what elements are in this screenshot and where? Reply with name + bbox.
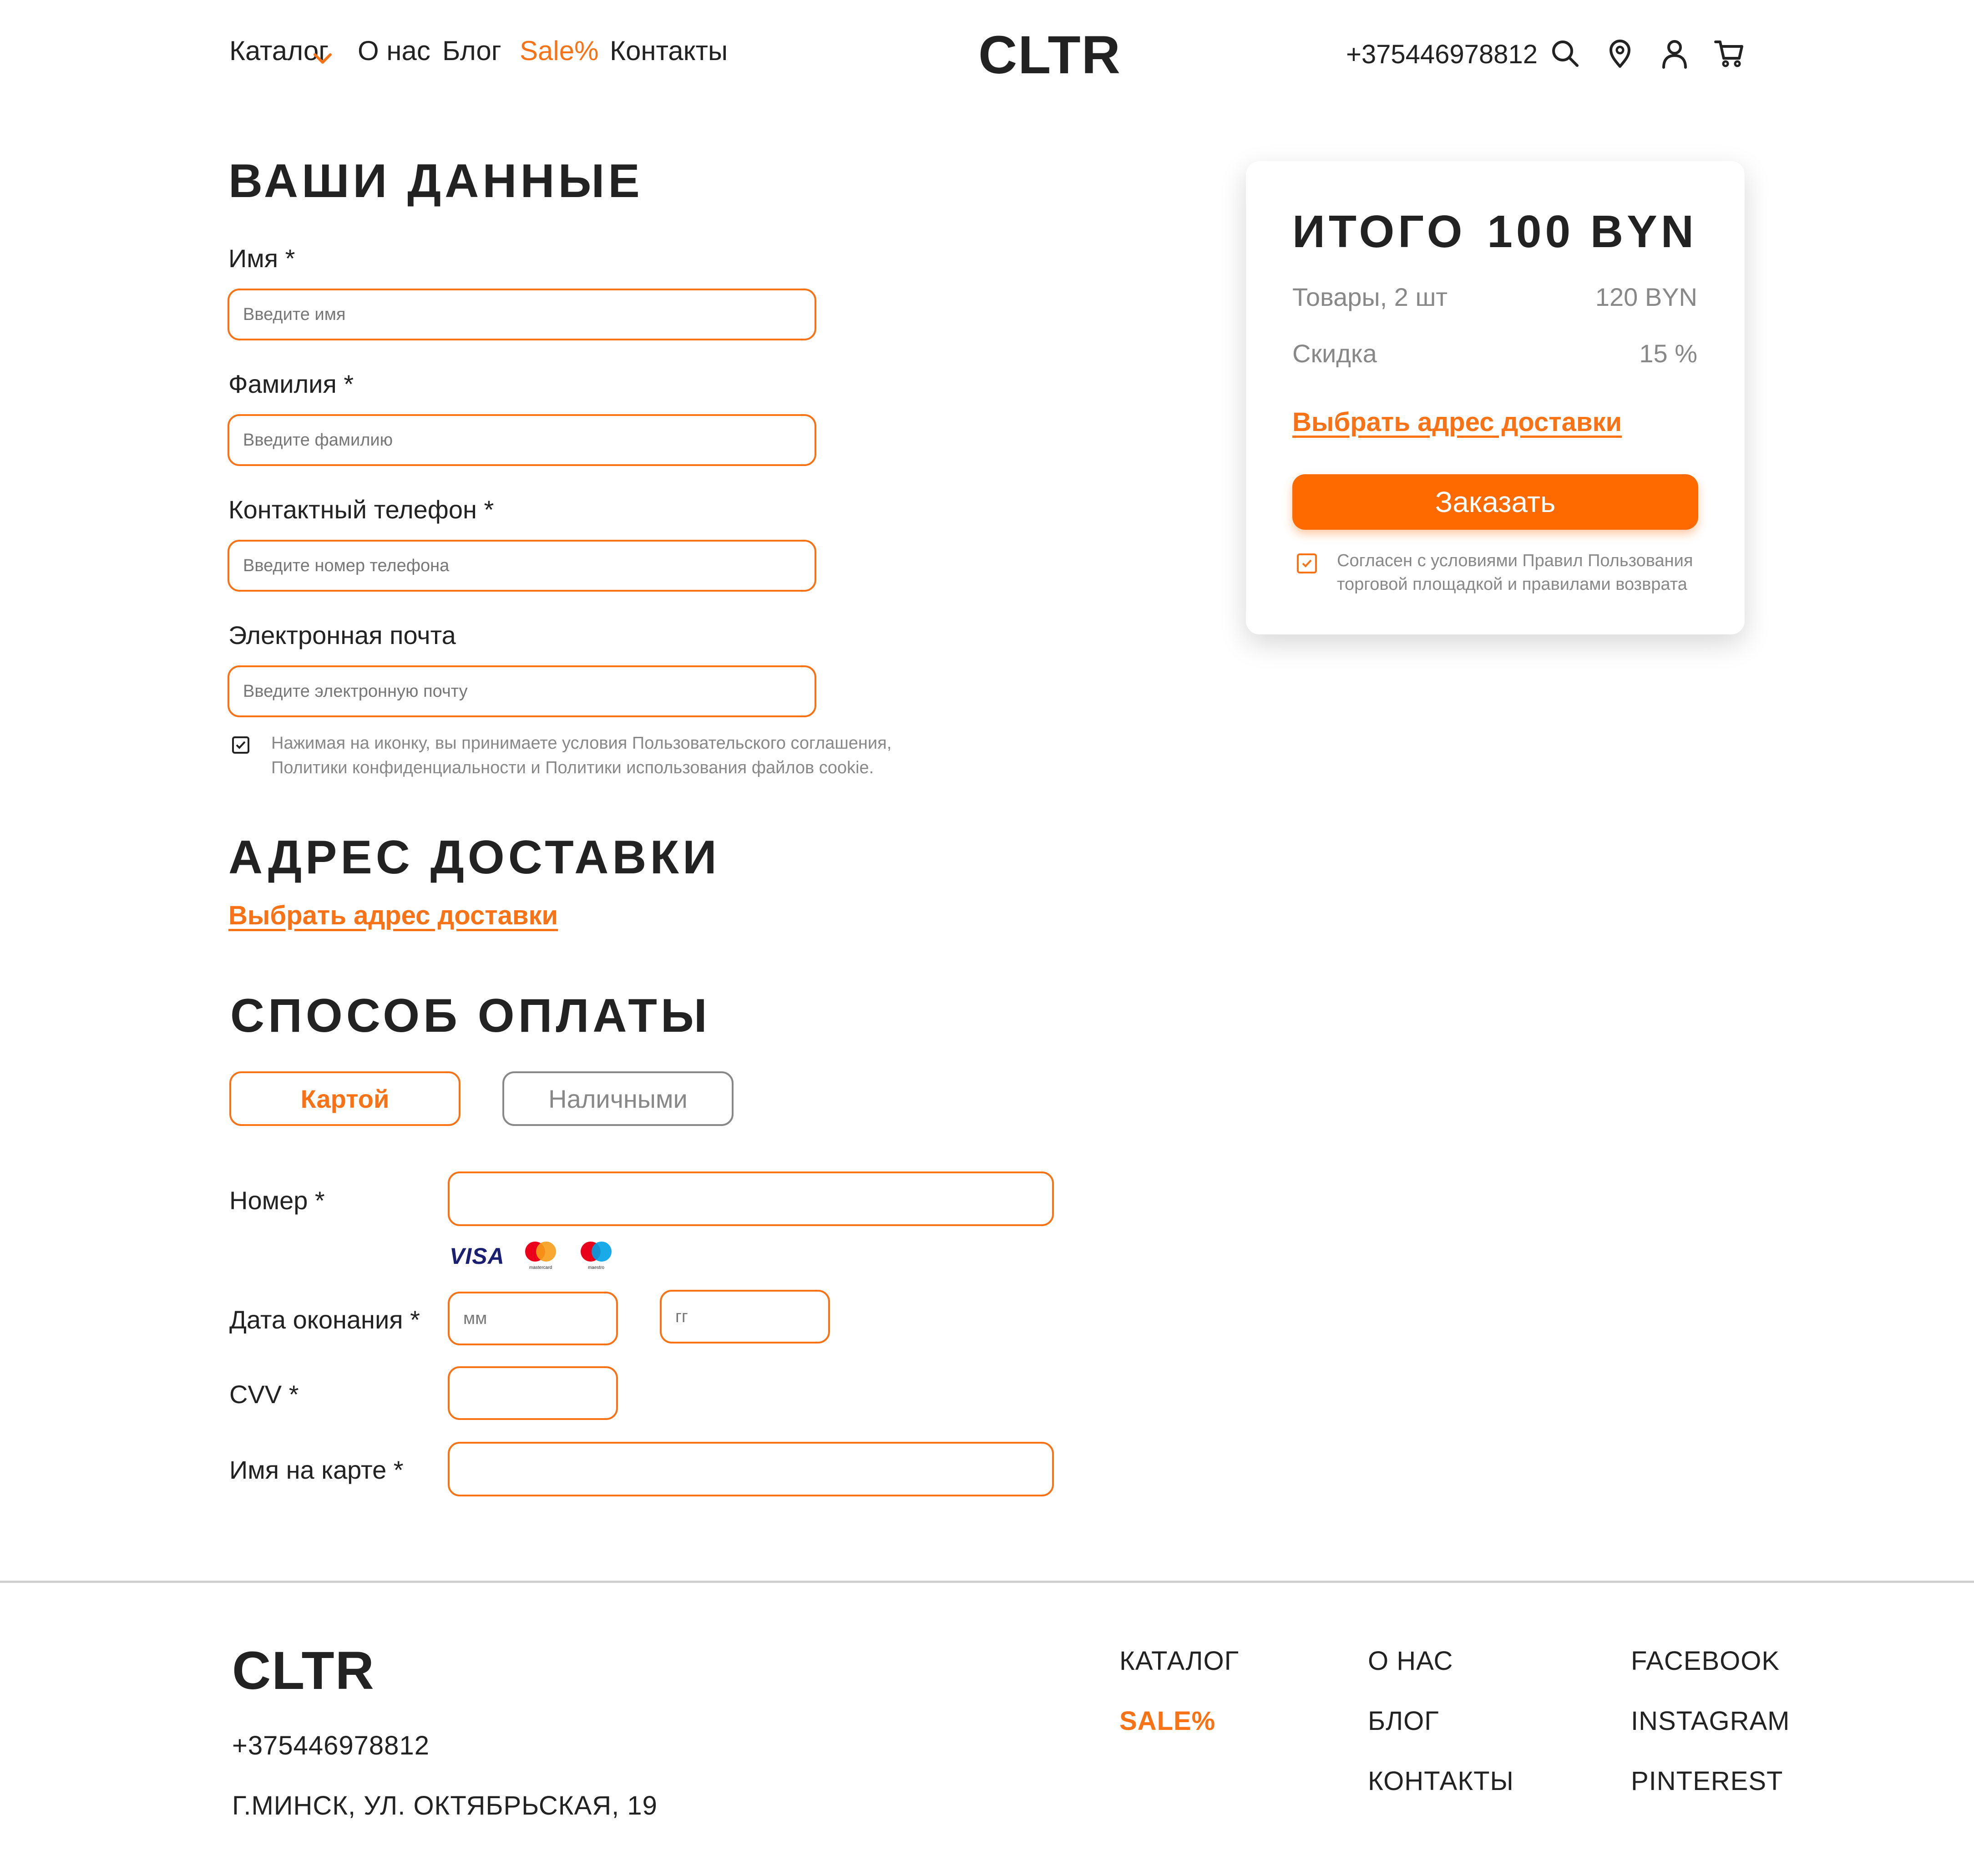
- delivery-title: АДРЕС ДОСТАВКИ: [228, 831, 720, 884]
- site-logo[interactable]: CLTR: [978, 28, 1121, 82]
- footer-link-contacts[interactable]: КОНТАКТЫ: [1368, 1766, 1514, 1796]
- payment-title: СПОСОБ ОПЛАТЫ: [230, 989, 711, 1042]
- items-label: Товары, 2 шт: [1292, 283, 1448, 311]
- summary-address-link[interactable]: Выбрать адрес доставки: [1292, 407, 1622, 437]
- search-icon[interactable]: [1549, 37, 1582, 70]
- expiry-year-input[interactable]: гг: [660, 1290, 830, 1344]
- phone-input[interactable]: Введите номер телефона: [228, 540, 816, 592]
- consent-line-1: Нажимая на иконку, вы принимаете условия…: [271, 734, 892, 753]
- visa-logo: VISA: [450, 1242, 505, 1270]
- check-icon: [236, 741, 246, 749]
- pay-card-button[interactable]: Картой: [229, 1071, 461, 1126]
- visa-text: VISA: [450, 1243, 505, 1269]
- location-pin-icon[interactable]: [1604, 37, 1636, 70]
- items-value: 120 BYN: [1595, 283, 1697, 311]
- consent-checkbox[interactable]: [232, 736, 249, 754]
- card-name-label: Имя на карте *: [229, 1455, 404, 1484]
- agree-checkbox[interactable]: [1297, 553, 1317, 573]
- choose-address-link[interactable]: Выбрать адрес доставки: [228, 900, 558, 931]
- total-label: ИТОГО: [1292, 206, 1466, 257]
- order-button[interactable]: Заказать: [1292, 474, 1698, 530]
- discount-value: 15 %: [1639, 339, 1697, 368]
- header-phone[interactable]: +375446978812: [1346, 39, 1538, 70]
- mastercard-text: mastercard: [529, 1265, 552, 1270]
- footer-link-sale[interactable]: SALE%: [1119, 1706, 1215, 1736]
- footer-logo[interactable]: CLTR: [232, 1644, 375, 1698]
- check-icon: [1302, 559, 1312, 568]
- footer-link-catalog[interactable]: КАТАЛОГ: [1119, 1646, 1239, 1676]
- first-name-label: Имя *: [228, 244, 295, 273]
- nav-blog[interactable]: Блог: [442, 37, 501, 65]
- footer-link-pinterest[interactable]: PINTEREST: [1631, 1766, 1783, 1796]
- footer-address: Г.МИНСК, УЛ. ОКТЯБРЬСКАЯ, 19: [232, 1791, 658, 1820]
- total-value: 100 BYN: [1487, 206, 1697, 257]
- personal-data-title: ВАШИ ДАННЫЕ: [228, 155, 643, 208]
- discount-label: Скидка: [1292, 339, 1377, 368]
- user-icon[interactable]: [1658, 37, 1691, 70]
- pay-cash-button[interactable]: Наличными: [502, 1071, 734, 1126]
- footer-phone[interactable]: +375446978812: [232, 1730, 430, 1761]
- last-name-label: Фамилия *: [228, 370, 354, 398]
- consent-line-2: Политики конфиденциальности и Политики и…: [271, 758, 874, 777]
- card-name-input[interactable]: [448, 1442, 1054, 1496]
- expiry-label: Дата оконания *: [229, 1305, 420, 1334]
- expiry-month-input[interactable]: мм: [448, 1292, 618, 1345]
- cvv-label: CVV *: [229, 1380, 299, 1409]
- agree-line-2: торговой площадкой и правилами возврата: [1337, 575, 1687, 594]
- agree-text: Согласен с условиями Правил Пользования …: [1337, 549, 1693, 596]
- footer-link-about[interactable]: О НАС: [1368, 1646, 1453, 1676]
- mastercard-logo: mastercard: [525, 1242, 556, 1270]
- phone-label: Контактный телефон *: [228, 495, 494, 524]
- nav-contacts[interactable]: Контакты: [610, 37, 728, 65]
- nav-sale[interactable]: Sale%: [520, 37, 598, 65]
- maestro-logo: maestro: [581, 1242, 612, 1270]
- footer-link-facebook[interactable]: FACEBOOK: [1631, 1646, 1780, 1676]
- agree-line-1: Согласен с условиями Правил Пользования: [1337, 551, 1693, 570]
- email-input[interactable]: Введите электронную почту: [228, 665, 816, 717]
- first-name-input[interactable]: Введите имя: [228, 289, 816, 340]
- nav-about[interactable]: О нас: [358, 37, 430, 65]
- maestro-text: maestro: [588, 1265, 605, 1270]
- email-label: Электронная почта: [228, 621, 456, 649]
- cart-icon[interactable]: [1713, 37, 1746, 70]
- cvv-input[interactable]: [448, 1366, 618, 1420]
- order-summary-card: ИТОГО 100 BYN Товары, 2 шт 120 BYN Скидк…: [1246, 161, 1745, 634]
- last-name-input[interactable]: Введите фамилию: [228, 414, 816, 466]
- footer-link-blog[interactable]: БЛОГ: [1368, 1706, 1439, 1736]
- card-number-input[interactable]: [448, 1171, 1054, 1226]
- chevron-down-icon[interactable]: [313, 53, 332, 65]
- consent-text: Нажимая на иконку, вы принимаете условия…: [271, 731, 891, 780]
- card-number-label: Номер *: [229, 1186, 325, 1215]
- footer-link-instagram[interactable]: INSTAGRAM: [1631, 1706, 1790, 1736]
- footer-divider: [0, 1581, 1974, 1583]
